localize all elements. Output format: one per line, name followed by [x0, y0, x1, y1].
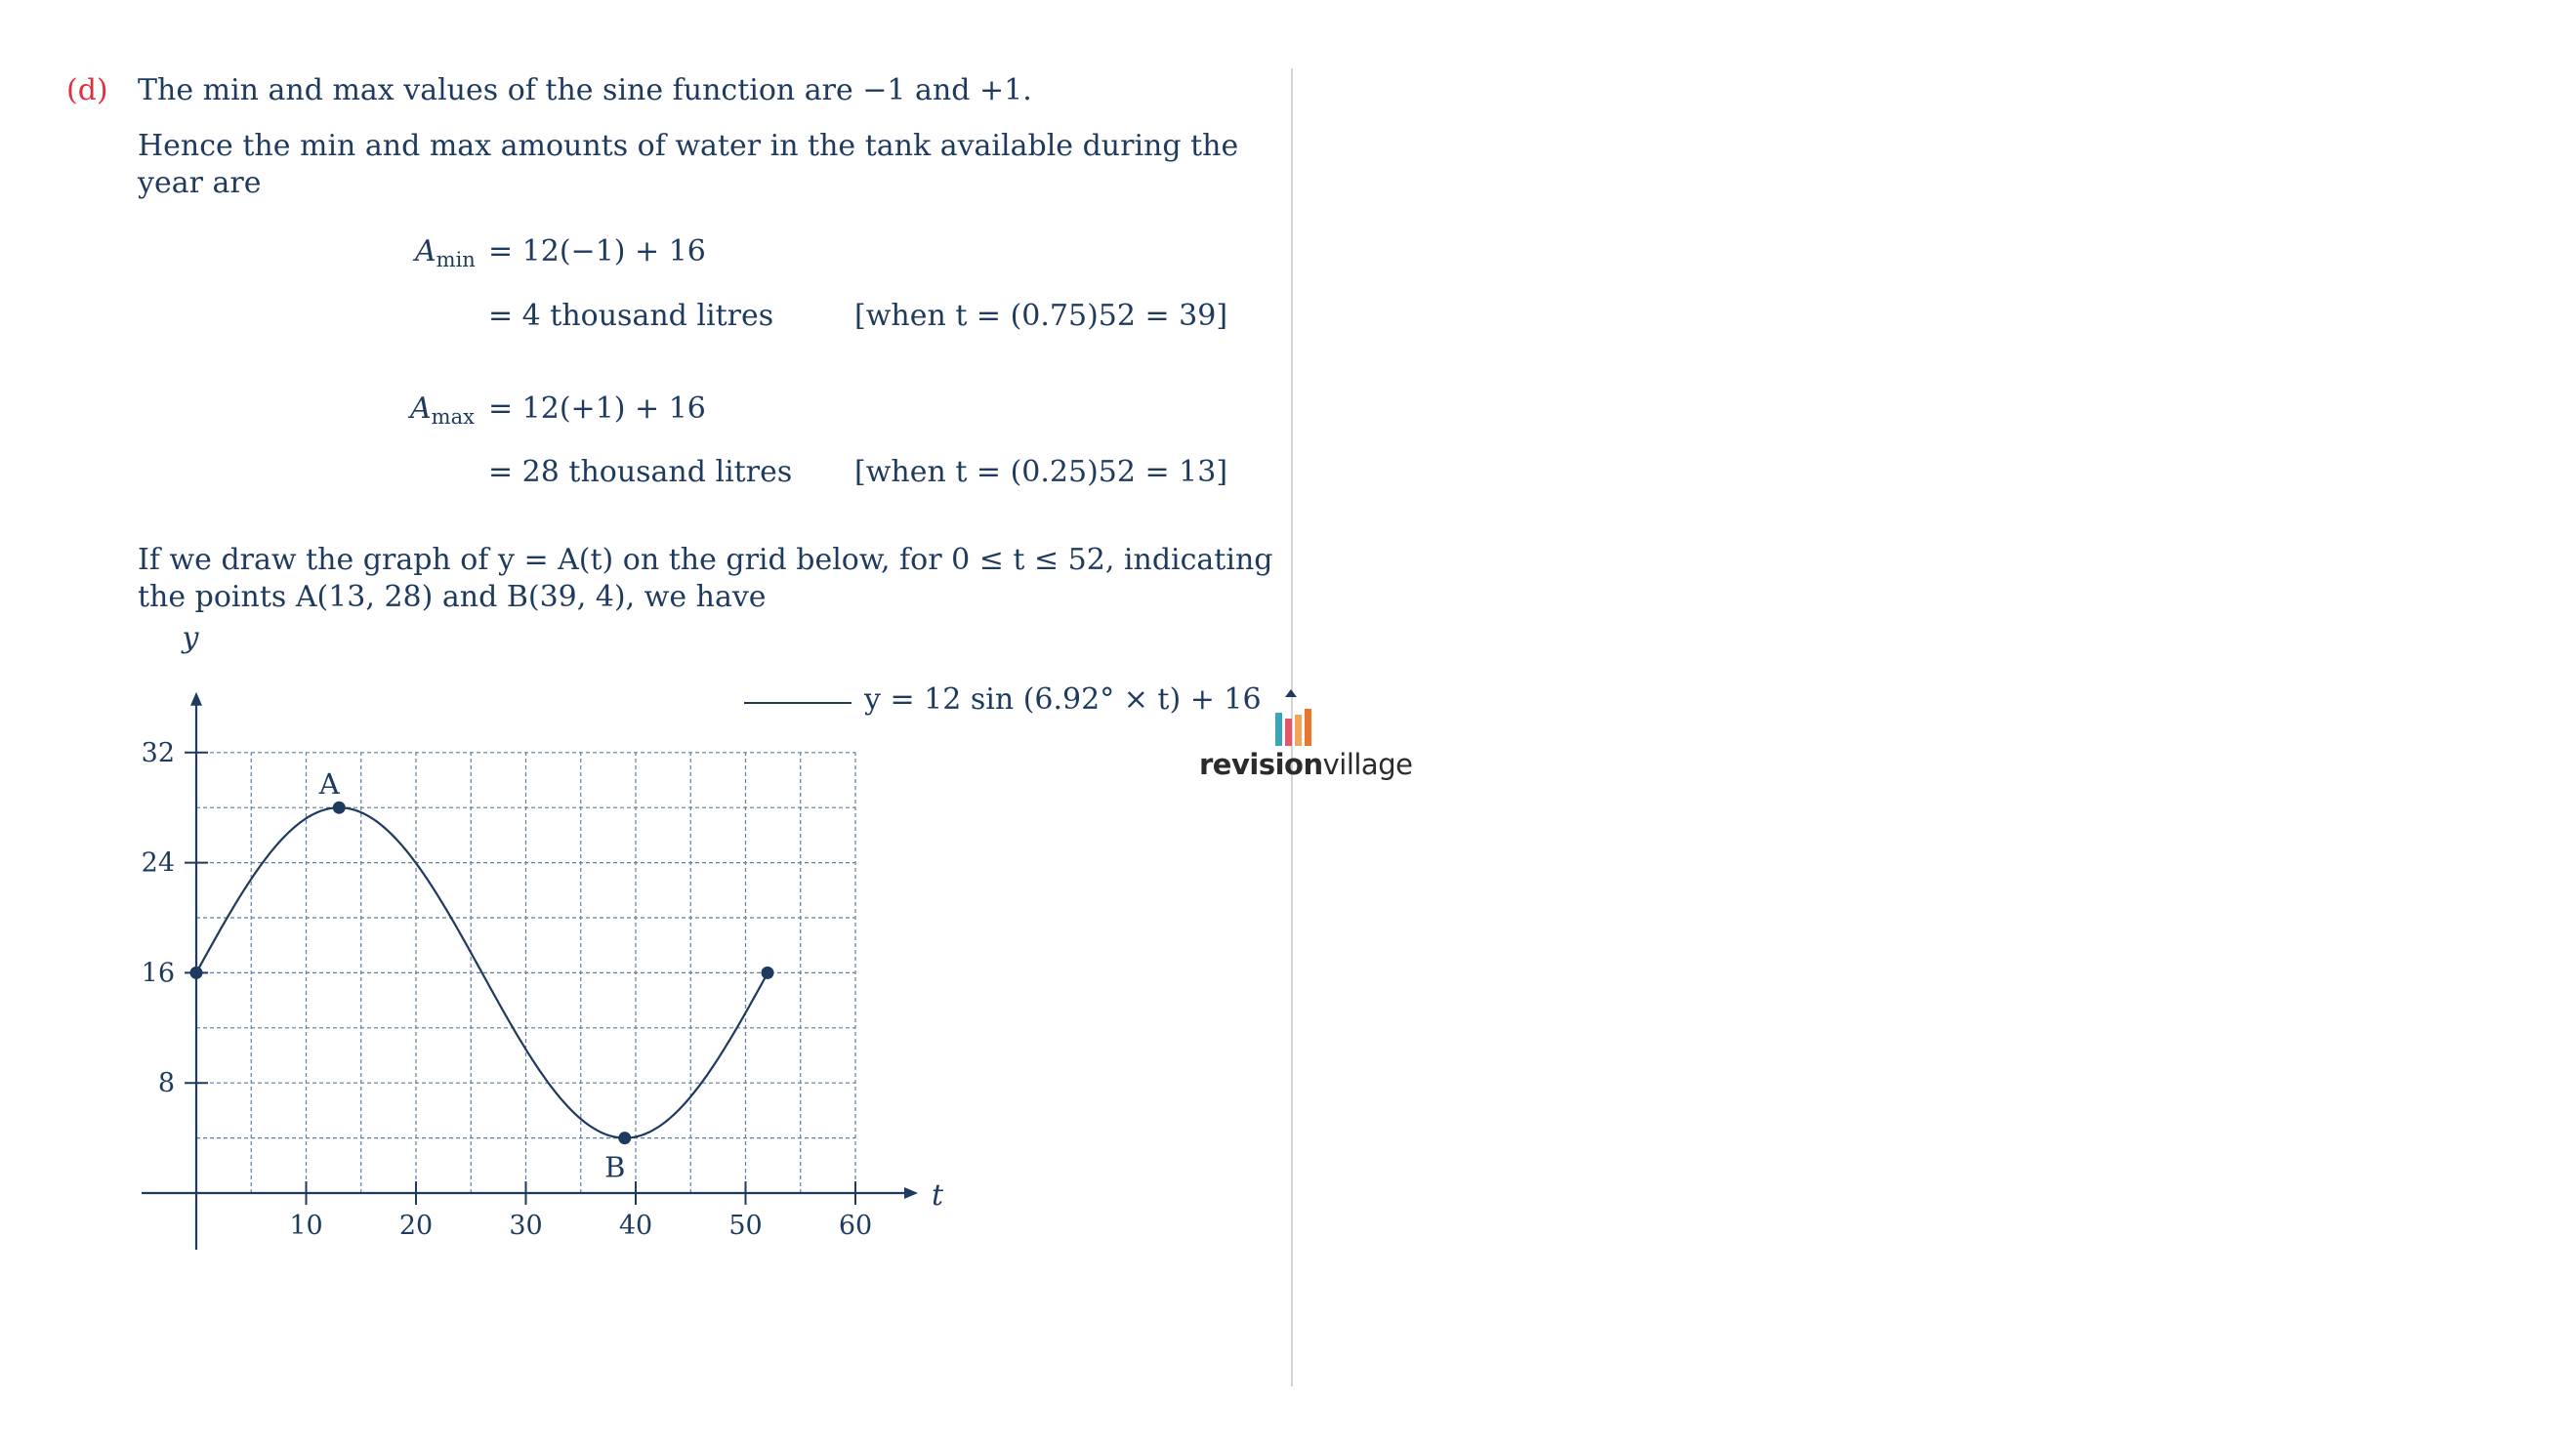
x-axis-label: t [932, 1178, 944, 1213]
x-tick-label: 50 [728, 1211, 762, 1241]
data-point [618, 1132, 632, 1145]
data-point [332, 801, 346, 814]
y-tick-label: 16 [142, 958, 175, 988]
y-axis-label: y [181, 621, 200, 655]
x-tick-label: 30 [509, 1211, 542, 1241]
point-label-b: B [604, 1151, 625, 1184]
point-label-a: A [318, 767, 341, 801]
data-point [189, 966, 203, 979]
logo-wordmark: revisionvillage [1199, 748, 1413, 781]
logo-word-bold: revision [1199, 748, 1323, 781]
y-tick-label: 24 [142, 848, 175, 879]
logo-bar-3 [1305, 709, 1311, 746]
logo-word-light: village [1322, 748, 1413, 781]
x-tick-label: 20 [399, 1211, 433, 1241]
logo-bar-2 [1295, 715, 1302, 746]
sine-graph: t y 10 20 30 40 50 60 8 16 24 32 A B [142, 621, 944, 1250]
x-tick-label: 60 [839, 1211, 872, 1241]
x-tick-label: 10 [289, 1211, 322, 1241]
logo-bar-1 [1285, 719, 1292, 746]
revisionvillage-logo: revisionvillage [1199, 685, 1413, 793]
x-axis-arrow [904, 1187, 918, 1199]
logo-bar-0 [1275, 713, 1282, 746]
y-axis-arrow [190, 691, 202, 706]
y-tick-label: 8 [158, 1068, 175, 1098]
data-point [761, 966, 774, 979]
x-tick-label: 40 [619, 1211, 652, 1241]
y-tick-label: 32 [142, 738, 175, 768]
